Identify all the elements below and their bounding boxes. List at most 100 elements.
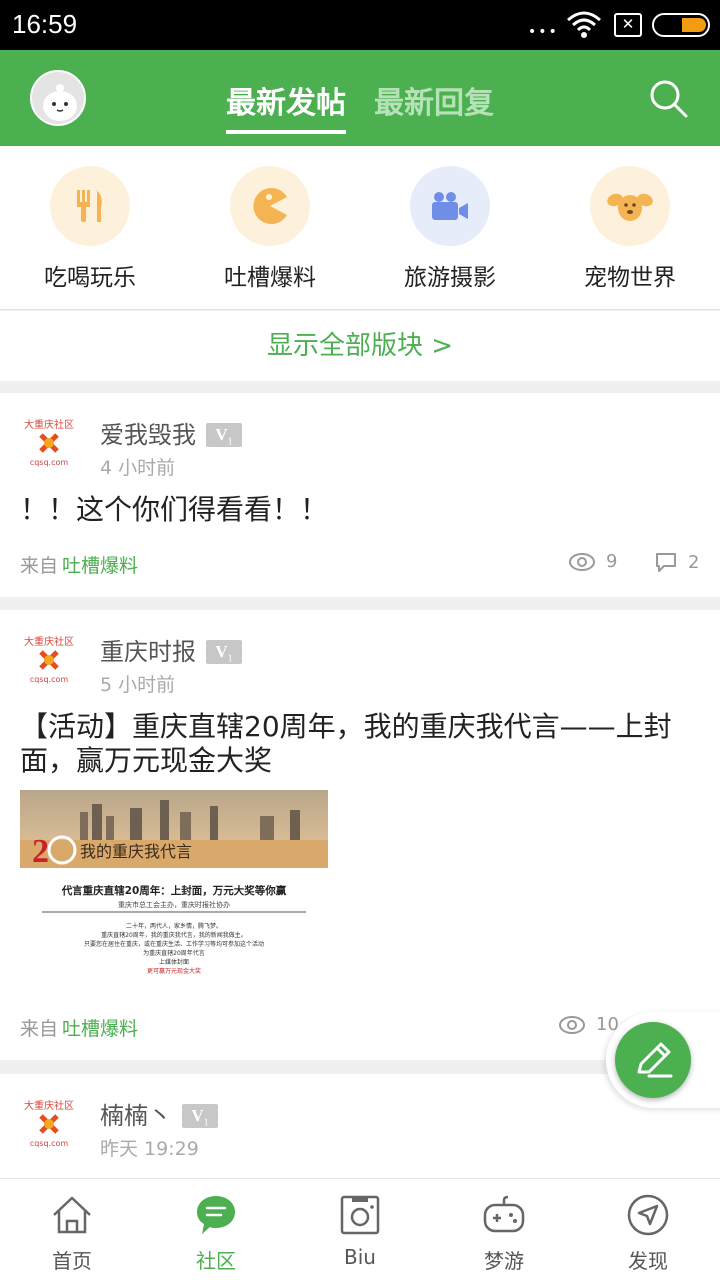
poster-headline: 代言重庆直辖20周年：上封面，万元大奖等你赢 — [61, 884, 287, 897]
views-count: 9 — [606, 551, 618, 572]
tab-label: 首页 — [52, 1249, 92, 1273]
level-badge: V1 — [206, 423, 242, 447]
pencil-icon — [637, 1042, 673, 1078]
post-author[interactable]: 爱我毁我 V1 — [100, 415, 242, 450]
poster-body-line: 更可赢万元现金大奖 — [147, 967, 201, 975]
more-dots-icon: ••• — [528, 24, 559, 40]
post-card[interactable]: 大重庆社区 cqsq.com 爱我毁我 V1 4 小时前 ！！这个你们得看看！！ … — [0, 393, 720, 597]
eye-icon — [569, 552, 595, 571]
poster-body-line: 只要您在居住在重庆，或在重庆生活、工作学习等均可参加这个活动 — [84, 940, 264, 948]
tab-discover[interactable]: 发现 — [588, 1193, 708, 1274]
poster-body-line: 二十年，两代人，家乡情，腾飞梦。 — [126, 922, 222, 930]
chat-bubble-icon — [197, 1196, 235, 1234]
wifi-icon — [567, 11, 601, 38]
eye-icon — [559, 1015, 585, 1034]
level-letter: V — [215, 425, 228, 444]
tab-new-replies[interactable]: 最新回复 — [374, 78, 494, 122]
level-letter: V — [191, 1106, 204, 1125]
compass-icon — [627, 1194, 669, 1236]
tab-label: Biu — [344, 1245, 376, 1269]
forum-label: 吐槽爆料 — [224, 265, 316, 291]
post-card[interactable]: 大重庆社区 cqsq.com 楠楠丶 V1 昨天 19:29 — [0, 1074, 720, 1178]
views-stat: 10 — [558, 1014, 619, 1035]
comments-stat[interactable]: 2 — [654, 551, 699, 573]
home-icon — [53, 1196, 91, 1234]
post-source: 来自 吐槽爆料 — [20, 551, 138, 578]
video-camera-icon — [410, 166, 490, 246]
no-sim-icon: ✕ — [614, 13, 642, 37]
tab-community[interactable]: 社区 — [156, 1193, 276, 1274]
avatar-logo-top-text: 大重庆社区 — [24, 418, 74, 431]
tab-label: 社区 — [196, 1249, 236, 1273]
level-letter: V — [215, 642, 228, 661]
forum-item-gossip[interactable]: 吐槽爆料 — [180, 166, 360, 292]
forum-item-travel-photo[interactable]: 旅游摄影 — [360, 166, 540, 292]
post-title[interactable]: ！！这个你们得看看！！ — [20, 493, 710, 527]
level-number: 1 — [203, 1117, 209, 1129]
comment-icon — [656, 553, 676, 572]
post-author-name: 爱我毁我 — [100, 421, 196, 449]
post-avatar[interactable]: 大重庆社区 cqsq.com — [20, 415, 78, 473]
avatar-logo-bottom-text: cqsq.com — [30, 458, 69, 467]
post-title[interactable]: 【活动】重庆直辖20周年，我的重庆我代言——上封面，赢万元现金大奖 — [20, 710, 710, 778]
poster-body-line: 上媒体封面 — [159, 958, 189, 966]
poster-body-line: 重庆直辖20周年，我的重庆我代言，我的新闻我做主。 — [101, 931, 247, 939]
app-header: 最新发帖 最新回复 — [0, 50, 720, 146]
forum-label: 旅游摄影 — [404, 265, 496, 291]
level-badge: V1 — [206, 640, 242, 664]
avatar-logo-top-text: 大重庆社区 — [24, 635, 74, 648]
dog-icon — [590, 166, 670, 246]
tab-new-posts[interactable]: 最新发帖 — [226, 78, 346, 122]
post-card[interactable]: 大重庆社区 cqsq.com 重庆时报 V1 5 小时前 【活动】重庆直辖20周年… — [0, 610, 720, 1060]
poster-image: 2 我的重庆我代言 代言重庆直辖20周年：上封面，万元大奖等你赢 重庆市总工会主… — [20, 790, 328, 990]
tab-biu[interactable]: Biu — [300, 1193, 420, 1269]
views-stat: 9 — [568, 551, 617, 572]
comments-count: 2 — [688, 551, 700, 573]
post-source: 来自 吐槽爆料 — [20, 1014, 138, 1041]
post-time: 昨天 19:29 — [100, 1138, 199, 1160]
post-forum-link[interactable]: 吐槽爆料 — [62, 1018, 138, 1040]
avatar-logo-bottom-text: cqsq.com — [30, 675, 69, 684]
tab-dream-travel[interactable]: 梦游 — [444, 1193, 564, 1274]
post-time: 4 小时前 — [100, 457, 176, 479]
forum-item-eat-drink[interactable]: 吃喝玩乐 — [0, 166, 180, 292]
post-time: 5 小时前 — [100, 674, 176, 696]
avatar-face-icon — [32, 72, 84, 124]
pacman-icon — [230, 166, 310, 246]
level-badge: V1 — [182, 1104, 218, 1128]
avatar-logo-top-text: 大重庆社区 — [24, 1099, 74, 1112]
forum-label: 吃喝玩乐 — [44, 265, 136, 291]
post-forum-link[interactable]: 吐槽爆料 — [62, 555, 138, 577]
poster-banner-text: 我的重庆我代言 — [80, 842, 192, 861]
poster-sub: 重庆市总工会主办，重庆时报社协办 — [118, 900, 230, 909]
status-bar: 16:59 ••• ✕ — [0, 0, 720, 50]
poster-body-line: 为重庆直辖20周年代言 — [143, 949, 205, 957]
gamepad-icon — [483, 1195, 525, 1233]
post-avatar[interactable]: 大重庆社区 cqsq.com — [20, 1096, 78, 1154]
show-all-forums-link[interactable]: 显示全部版块 > — [0, 311, 720, 381]
active-tab-indicator — [226, 130, 346, 134]
new-post-button[interactable] — [615, 1022, 691, 1098]
level-number: 1 — [227, 436, 233, 448]
tab-label: 梦游 — [484, 1249, 524, 1273]
post-avatar[interactable]: 大重庆社区 cqsq.com — [20, 632, 78, 690]
post-author-name: 重庆时报 — [100, 638, 196, 666]
status-time: 16:59 — [12, 9, 78, 39]
user-avatar[interactable] — [30, 70, 86, 126]
tab-label: 发现 — [628, 1249, 668, 1273]
fork-knife-icon — [50, 166, 130, 246]
bottom-tab-bar: 首页 社区 Biu 梦游 发现 — [0, 1178, 720, 1280]
forum-category-grid: 吃喝玩乐 吐槽爆料 旅游摄影 宠物世界 — [0, 146, 720, 310]
tab-home[interactable]: 首页 — [12, 1193, 132, 1274]
svg-text:2: 2 — [32, 833, 49, 870]
post-author-name: 楠楠丶 — [100, 1102, 172, 1130]
search-icon[interactable] — [646, 76, 690, 120]
forum-item-pets[interactable]: 宠物世界 — [540, 166, 720, 292]
level-number: 1 — [227, 653, 233, 665]
post-author[interactable]: 楠楠丶 V1 — [100, 1096, 218, 1131]
camera-icon — [340, 1195, 380, 1235]
battery-icon — [652, 13, 710, 37]
avatar-logo-bottom-text: cqsq.com — [30, 1139, 69, 1148]
post-author[interactable]: 重庆时报 V1 — [100, 632, 242, 667]
post-image[interactable]: 2 我的重庆我代言 代言重庆直辖20周年：上封面，万元大奖等你赢 重庆市总工会主… — [20, 790, 328, 990]
